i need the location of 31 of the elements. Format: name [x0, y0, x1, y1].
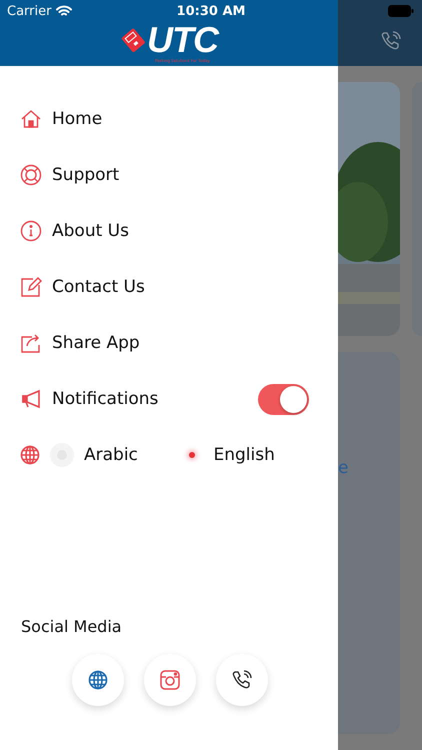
radio-button[interactable] — [50, 443, 74, 467]
menu-item[interactable]: About Us — [20, 203, 338, 259]
phone-icon[interactable] — [380, 30, 402, 52]
share-icon — [20, 332, 42, 354]
edit-icon — [20, 276, 42, 298]
lifebuoy-icon — [20, 164, 42, 186]
menu-item[interactable]: Share App — [20, 315, 338, 371]
social-media-heading: Social Media — [21, 617, 123, 636]
website-button[interactable] — [72, 654, 124, 706]
logo-text: UTC — [147, 22, 218, 58]
phone-icon — [231, 669, 253, 691]
language-option[interactable]: English — [180, 443, 309, 467]
notifications-toggle[interactable] — [258, 384, 309, 414]
megaphone-icon — [20, 388, 42, 410]
home-icon — [20, 108, 42, 130]
carrier-label: Carrier — [7, 4, 52, 18]
menu-item[interactable]: Support — [20, 147, 338, 203]
call-button[interactable] — [216, 654, 268, 706]
status-time: 10:30 AM — [176, 4, 246, 18]
globe-icon — [88, 670, 108, 690]
instagram-button[interactable] — [144, 654, 196, 706]
instagram-icon — [159, 669, 181, 691]
globe-icon — [20, 445, 40, 465]
info-icon — [20, 220, 42, 242]
wifi-icon — [56, 5, 72, 17]
battery-icon — [388, 5, 414, 17]
language-option[interactable]: Arabic — [50, 443, 180, 467]
menu-item[interactable]: Contact Us — [20, 259, 338, 315]
text-fragment: e — [338, 458, 348, 478]
notifications-label: Notifications — [52, 389, 158, 409]
menu-item[interactable]: Home — [20, 91, 338, 147]
